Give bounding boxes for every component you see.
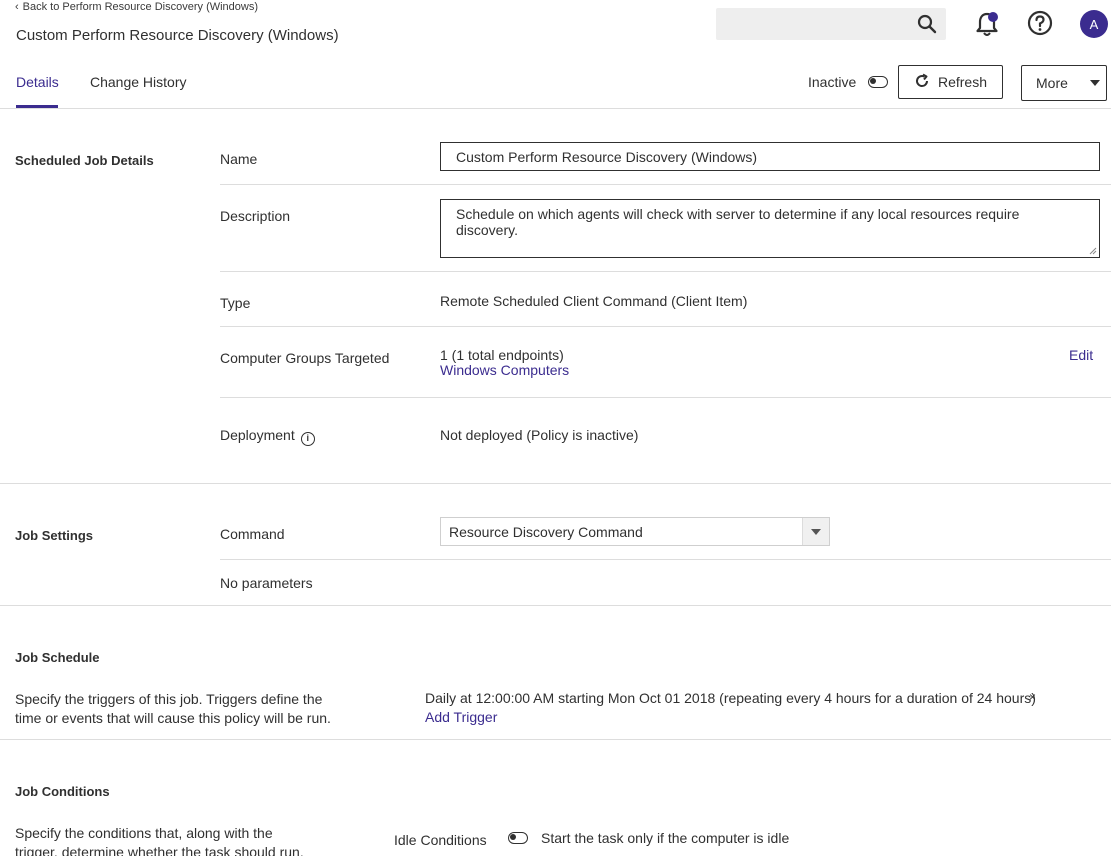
computer-groups-count: 1 (1 total endpoints) — [440, 347, 564, 363]
bell-icon[interactable] — [973, 10, 1001, 41]
type-value: Remote Scheduled Client Command (Client … — [440, 293, 748, 309]
more-button[interactable]: More — [1021, 65, 1107, 101]
status-label: Inactive — [808, 74, 857, 90]
header-divider — [0, 108, 1111, 109]
command-select[interactable]: Resource Discovery Command — [440, 517, 830, 546]
info-icon[interactable]: i — [300, 432, 315, 446]
no-parameters-text: No parameters — [220, 575, 313, 591]
close-icon[interactable]: × — [1029, 690, 1036, 704]
section-title-scheduled-job-details: Scheduled Job Details — [15, 153, 154, 168]
divider — [220, 559, 1111, 560]
divider — [220, 397, 1111, 398]
command-selected-value: Resource Discovery Command — [449, 524, 643, 540]
name-field[interactable] — [440, 142, 1100, 171]
divider — [220, 271, 1111, 272]
refresh-button[interactable]: Refresh — [898, 65, 1003, 99]
chevron-left-icon: ‹ — [15, 1, 19, 13]
idle-option-text: Start the task only if the computer is i… — [541, 830, 790, 846]
resize-grip-icon[interactable] — [1089, 247, 1097, 255]
description-text: Schedule on which agents will check with… — [456, 206, 1020, 238]
tab-change-history[interactable]: Change History — [90, 74, 187, 90]
add-trigger-link[interactable]: Add Trigger — [425, 709, 497, 725]
refresh-icon — [914, 73, 930, 92]
description-field[interactable]: Schedule on which agents will check with… — [440, 199, 1100, 258]
section-divider — [0, 483, 1111, 484]
refresh-label: Refresh — [937, 74, 988, 90]
active-toggle[interactable] — [868, 76, 888, 88]
name-label: Name — [220, 151, 258, 167]
more-label: More — [1036, 75, 1068, 91]
command-label: Command — [220, 526, 285, 542]
description-label: Description — [220, 208, 291, 224]
job-conditions-description: Specify the conditions that, along with … — [15, 825, 304, 856]
deployment-label: Deployment i — [220, 427, 315, 446]
caret-down-icon — [1089, 80, 1100, 86]
tab-details[interactable]: Details — [16, 74, 59, 90]
computer-groups-label: Computer Groups Targeted — [220, 350, 390, 366]
avatar[interactable]: A — [1080, 10, 1108, 38]
back-link-label: Back to Perform Resource Discovery (Wind… — [22, 1, 259, 13]
idle-conditions-label: Idle Conditions — [394, 832, 487, 848]
idle-toggle[interactable] — [508, 832, 528, 844]
deployment-label-text: Deployment — [220, 427, 295, 443]
search-icon[interactable] — [917, 14, 937, 37]
dropdown-arrow-icon[interactable] — [802, 518, 829, 545]
edit-groups-link[interactable]: Edit — [1069, 347, 1093, 363]
type-label: Type — [220, 295, 251, 311]
section-title-job-settings: Job Settings — [15, 528, 94, 543]
help-icon[interactable] — [1027, 10, 1053, 39]
section-divider — [0, 605, 1111, 606]
divider — [220, 326, 1111, 327]
page-title: Custom Perform Resource Discovery (Windo… — [16, 27, 339, 44]
section-divider — [0, 739, 1111, 740]
deployment-value: Not deployed (Policy is inactive) — [440, 427, 639, 443]
divider — [220, 184, 1111, 185]
job-schedule-description: Specify the triggers of this job. Trigge… — [15, 691, 331, 726]
section-title-job-conditions: Job Conditions — [15, 784, 110, 799]
trigger-text: Daily at 12:00:00 AM starting Mon Oct 01… — [425, 690, 1036, 706]
computer-group-link[interactable]: Windows Computers — [440, 362, 569, 378]
back-link[interactable]: ‹ Back to Perform Resource Discovery (Wi… — [15, 1, 258, 13]
section-title-job-schedule: Job Schedule — [15, 650, 100, 665]
search-input[interactable] — [716, 8, 946, 40]
